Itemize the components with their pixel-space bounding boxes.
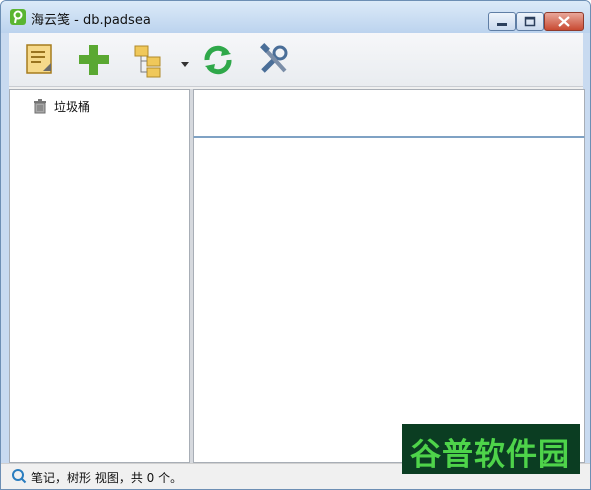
tree-item-label: 垃圾桶 — [54, 100, 91, 114]
settings-tools-button[interactable] — [255, 41, 293, 79]
new-note-button[interactable] — [21, 41, 59, 79]
watermark-text: 谷普软件园 — [410, 437, 570, 473]
main-content: 垃圾桶 — [9, 87, 585, 463]
minimize-button[interactable] — [488, 12, 516, 31]
app-window: 海云笺 - db.padsea 垃圾桶 笔记，树形 视图，共 0 个。 — [0, 0, 591, 490]
refresh-button[interactable] — [199, 41, 237, 79]
note-tree-pane[interactable]: 垃圾桶 — [9, 89, 190, 463]
note-list-pane[interactable] — [193, 89, 585, 137]
status-text: 笔记，树形 视图，共 0 个。 — [31, 471, 183, 485]
tree-view-button[interactable] — [131, 41, 169, 79]
close-button[interactable] — [544, 12, 584, 31]
trash-icon — [32, 98, 48, 114]
toolbar — [9, 33, 583, 87]
window-title: 海云笺 - db.padsea — [31, 13, 151, 28]
watermark-logo: 谷普软件园 — [402, 424, 580, 474]
maximize-button[interactable] — [516, 12, 544, 31]
title-bar[interactable]: 海云笺 - db.padsea — [1, 1, 590, 33]
add-button[interactable] — [75, 41, 113, 79]
app-logo-icon — [10, 9, 26, 25]
note-editor-pane[interactable] — [193, 137, 585, 463]
search-icon[interactable] — [11, 468, 27, 484]
chevron-down-icon[interactable] — [181, 57, 189, 67]
